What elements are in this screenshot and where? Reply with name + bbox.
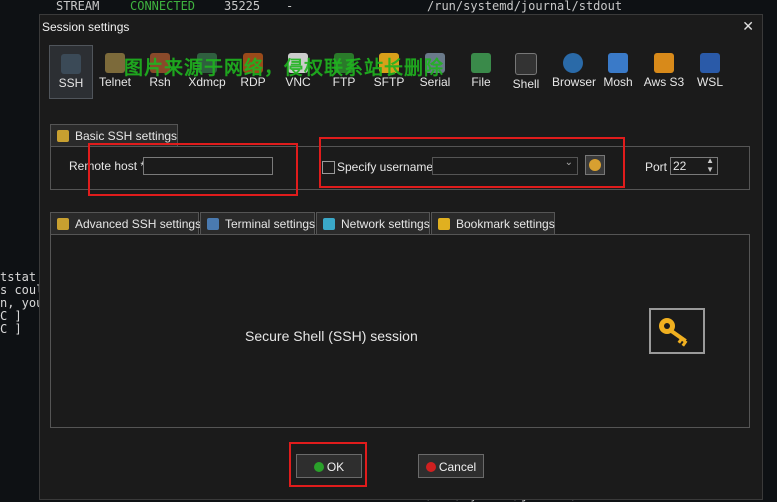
tab-bookmark-settings[interactable]: Bookmark settings: [431, 212, 555, 234]
session-settings-dialog: Session settings ✕ SSH Telnet Rsh Xdmcp …: [39, 14, 763, 500]
terminal-icon: [207, 218, 219, 230]
tab-network-settings[interactable]: Network settings: [316, 212, 430, 234]
close-icon[interactable]: ✕: [742, 18, 754, 35]
session-type-wsl[interactable]: WSL: [689, 45, 731, 97]
session-type-aws-s3[interactable]: Aws S3: [643, 45, 685, 97]
tab-label: Bookmark settings: [456, 217, 555, 231]
session-type-mosh[interactable]: Mosh: [597, 45, 639, 97]
terminal-stream: STREAM: [56, 0, 100, 13]
session-type-file[interactable]: File: [460, 45, 502, 97]
mosh-icon: [608, 53, 628, 73]
dialog-titlebar[interactable]: Session settings ✕: [40, 15, 762, 39]
wsl-icon: [700, 53, 720, 73]
spinner-arrows-icon[interactable]: ▲ ▼: [706, 156, 714, 174]
aws-s3-icon: [654, 53, 674, 73]
tab-label: Advanced SSH settings: [75, 217, 202, 231]
highlight-username: [319, 137, 625, 188]
cancel-button[interactable]: Cancel: [418, 454, 484, 478]
network-icon: [323, 218, 335, 230]
tab-advanced-ssh-settings[interactable]: Advanced SSH settings: [50, 212, 202, 234]
session-type-label: File: [471, 75, 491, 89]
session-type-label: Aws S3: [643, 75, 685, 89]
watermark-text: 图片来源于网络，侵权联系站长删除: [124, 57, 445, 79]
telnet-icon: [105, 53, 125, 73]
dialog-title: Session settings: [42, 20, 130, 34]
key-icon: [649, 308, 705, 354]
terminal-count: 35225: [224, 0, 261, 13]
session-type-browser[interactable]: Browser: [552, 45, 597, 97]
session-description: Secure Shell (SSH) session: [245, 328, 418, 344]
tab-label: Network settings: [341, 217, 430, 231]
star-icon: [438, 218, 450, 230]
wrench-icon: [57, 130, 69, 142]
browser-icon: [563, 53, 583, 73]
terminal-path: /run/systemd/journal/stdout: [427, 0, 623, 13]
key-icon-svg: [659, 318, 688, 347]
session-type-ssh[interactable]: SSH: [49, 45, 93, 99]
session-type-label: Mosh: [603, 75, 633, 89]
session-type-label: WSL: [696, 75, 723, 89]
highlight-remote-host: [88, 143, 298, 196]
session-type-label: Browser: [552, 75, 597, 89]
cancel-label: Cancel: [438, 460, 477, 474]
terminal-line: C ]: [0, 322, 22, 336]
terminal-dash: -: [286, 0, 294, 13]
terminal-status: CONNECTED: [130, 0, 196, 13]
tab-terminal-settings[interactable]: Terminal settings: [200, 212, 315, 234]
session-type-shell[interactable]: Shell: [505, 45, 547, 97]
session-type-label: SSH: [58, 76, 84, 90]
tab-label: Basic SSH settings: [75, 129, 178, 143]
file-icon: [471, 53, 491, 73]
session-type-label: Shell: [512, 77, 540, 91]
session-description-panel: Secure Shell (SSH) session: [50, 234, 750, 428]
ssh-icon: [61, 54, 81, 74]
highlight-ok-button: [289, 442, 367, 487]
cancel-icon: [425, 462, 436, 472]
port-label: Port: [645, 160, 668, 174]
shell-icon: [515, 53, 537, 75]
port-value: 22: [673, 159, 687, 173]
tab-label: Terminal settings: [225, 217, 316, 231]
port-spinner[interactable]: 22 ▲ ▼: [670, 156, 718, 175]
wrench-icon: [57, 218, 69, 230]
